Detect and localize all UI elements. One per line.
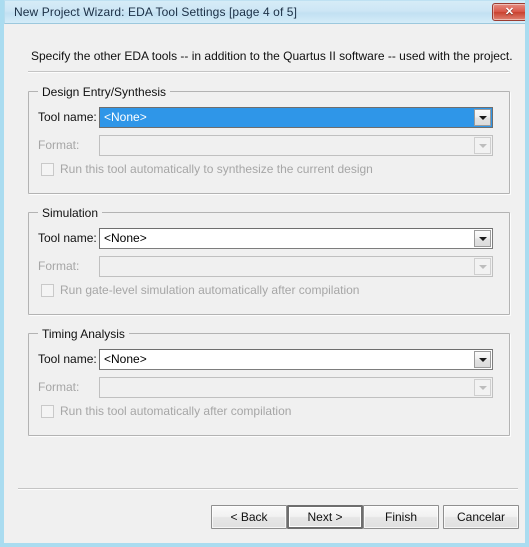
timing-run-checkbox-row: Run this tool automatically after compil… [41, 404, 291, 418]
group-design-entry-synthesis: Design Entry/Synthesis Tool name: <None>… [28, 85, 510, 194]
finish-button[interactable]: Finish [363, 505, 439, 529]
next-button[interactable]: Next > [287, 505, 363, 529]
design-format-combo [99, 135, 493, 156]
design-tool-name-combo[interactable]: <None> [99, 107, 493, 128]
chevron-down-icon [474, 137, 491, 154]
simulation-tool-name-combo[interactable]: <None> [99, 228, 493, 249]
design-format-label: Format: [38, 138, 80, 152]
chevron-down-icon [474, 379, 491, 396]
window-title: New Project Wizard: EDA Tool Settings [p… [14, 5, 298, 19]
design-run-tool-checkbox [41, 162, 54, 176]
design-tool-name-value: <None> [104, 110, 147, 124]
timing-run-checkbox [41, 404, 54, 418]
close-icon: ✕ [504, 5, 515, 18]
group-title: Design Entry/Synthesis [38, 85, 171, 99]
simulation-run-checkbox-row: Run gate-level simulation automatically … [41, 283, 359, 297]
title-bar: New Project Wizard: EDA Tool Settings [p… [4, 0, 525, 24]
timing-format-combo [99, 377, 493, 398]
close-button[interactable]: ✕ [492, 3, 525, 21]
intro-text: Specify the other EDA tools -- in additi… [31, 49, 513, 63]
simulation-tool-name-value: <None> [104, 231, 147, 245]
cancel-button[interactable]: Cancelar [443, 505, 519, 529]
simulation-format-label: Format: [38, 259, 80, 273]
dialog-client-area: Specify the other EDA tools -- in additi… [5, 24, 525, 543]
timing-run-label: Run this tool automatically after compil… [60, 404, 292, 418]
timing-tool-name-label: Tool name: [38, 352, 97, 366]
design-run-tool-label: Run this tool automatically to synthesiz… [60, 162, 373, 176]
chevron-down-icon [474, 258, 491, 275]
separator-top [28, 71, 510, 73]
group-timing-analysis: Timing Analysis Tool name: <None> Format… [28, 327, 510, 436]
design-tool-name-label: Tool name: [38, 110, 97, 124]
chevron-down-icon[interactable] [474, 109, 491, 126]
group-simulation: Simulation Tool name: <None> Format: Run… [28, 206, 510, 315]
design-run-tool-checkbox-row: Run this tool automatically to synthesiz… [41, 162, 373, 176]
simulation-run-checkbox [41, 283, 54, 297]
chevron-down-icon[interactable] [474, 230, 491, 247]
simulation-format-combo [99, 256, 493, 277]
group-title: Simulation [38, 206, 103, 220]
group-title: Timing Analysis [38, 327, 129, 341]
chevron-down-icon[interactable] [474, 351, 491, 368]
separator-bottom [18, 488, 518, 490]
simulation-run-label: Run gate-level simulation automatically … [60, 283, 360, 297]
simulation-tool-name-label: Tool name: [38, 231, 97, 245]
timing-tool-name-value: <None> [104, 352, 147, 366]
timing-format-label: Format: [38, 380, 80, 394]
back-button[interactable]: < Back [211, 505, 287, 529]
new-project-wizard-window: New Project Wizard: EDA Tool Settings [p… [0, 0, 529, 547]
timing-tool-name-combo[interactable]: <None> [99, 349, 493, 370]
